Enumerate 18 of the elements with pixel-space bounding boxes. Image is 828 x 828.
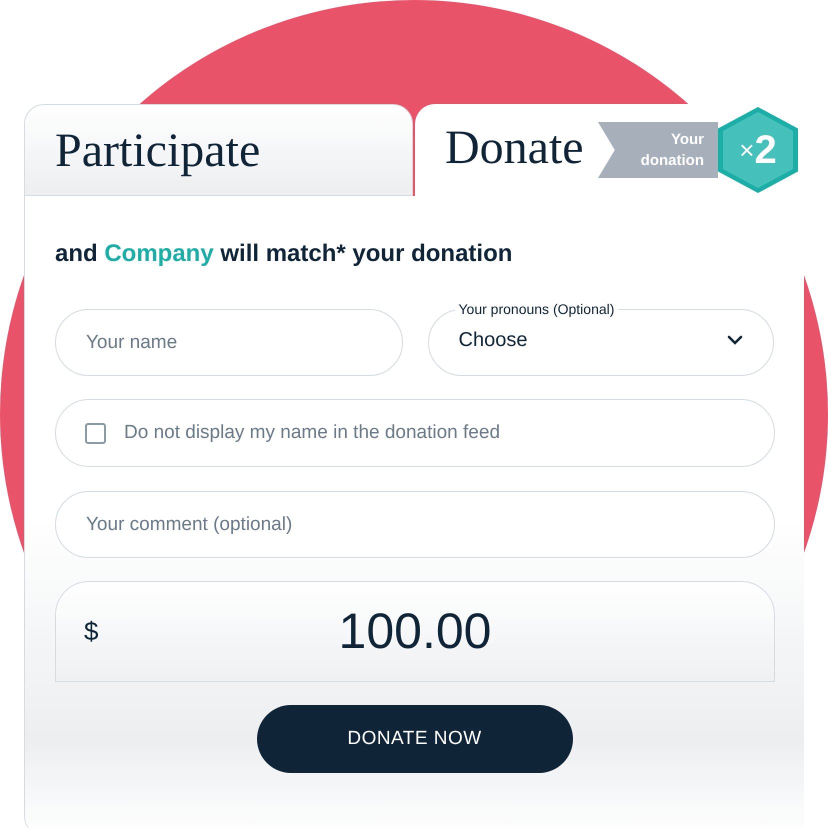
pronouns-value: Choose <box>458 328 528 353</box>
checkbox-label: Do not display my name in the donation feed <box>124 420 500 445</box>
tab[interactable]: Donate <box>445 112 584 188</box>
tab[interactable]: Participate <box>55 113 260 187</box>
checkbox[interactable] <box>85 422 106 444</box>
amount-field[interactable]: $ 100.00 <box>55 581 775 682</box>
hide-name-option[interactable]: Do not display my name in the donation feed <box>55 399 775 467</box>
multiplier: 2 <box>754 127 777 174</box>
amount-value: 100.00 <box>338 602 492 661</box>
badge-text: Your donation <box>640 130 704 171</box>
donate-button[interactable]: DONATE NOW <box>256 705 572 773</box>
chevron-down-icon <box>727 335 743 345</box>
currency-symbol: $ <box>84 615 100 648</box>
name-field[interactable]: Your name <box>55 309 402 376</box>
pronouns-label: Your pronouns (Optional) <box>458 300 616 318</box>
comment-field[interactable]: Your comment (optional) <box>55 491 775 558</box>
times-sign: × <box>739 134 754 166</box>
heading: and Company will match* your donation <box>55 239 514 269</box>
